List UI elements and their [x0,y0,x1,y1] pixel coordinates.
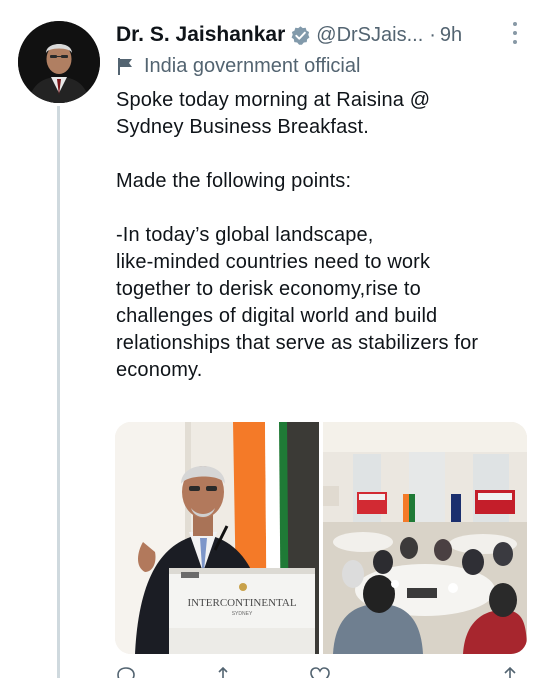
tweet-text-line: Sydney Business Breakfast. [116,116,369,138]
government-flag-icon [117,57,134,75]
retweet-icon[interactable] [215,666,237,678]
photo-business-breakfast-room[interactable] [323,422,527,654]
tweet-timestamp[interactable]: 9h [440,24,462,47]
tweet-text: Spoke today morning at Raisina @ Sydney … [116,87,536,384]
account-label-text: India government official [144,54,361,77]
reply-icon[interactable] [115,666,137,678]
tweet-media-grid: INTERCONTINENTAL SYDNEY [115,422,527,654]
header-separator: · [429,23,436,46]
tweet-text-line: economy. [116,359,203,381]
photo-speaker-at-podium[interactable]: INTERCONTINENTAL SYDNEY [115,422,319,654]
author-name[interactable]: Dr. S. Jaishankar [116,23,285,47]
tweet-text-blank-line [116,195,536,222]
tweet-text-line: Spoke today morning at Raisina @ [116,89,431,111]
tweet-text-line: -In today’s global landscape, [116,224,374,246]
like-icon[interactable] [309,666,331,678]
author-handle[interactable]: @DrSJais... [316,24,423,47]
tweet-text-line: like-minded countries need to work [116,251,431,273]
avatar-portrait [18,21,100,103]
more-options-icon[interactable] [505,22,525,44]
verified-badge-icon [290,25,311,46]
tweet-text-line: together to derisk economy,rise to [116,278,421,300]
speaker-photo: INTERCONTINENTAL SYDNEY [115,422,319,654]
tweet-header: Dr. S. Jaishankar @DrSJais... · 9h [116,20,536,50]
podium-brand-text: INTERCONTINENTAL [187,597,296,609]
tweet-text-line: challenges of digital world and build [116,305,438,327]
room-photo [323,422,527,654]
share-icon[interactable] [499,666,521,678]
tweet-text-blank-line [116,141,536,168]
thread-connector-line [57,106,60,678]
tweet-action-bar [115,666,535,678]
avatar[interactable] [18,21,100,103]
tweet-text-line: Made the following points: [116,170,352,192]
podium-city-text: SYDNEY [232,611,253,617]
tweet-text-line: relationships that serve as stabilizers … [116,332,479,354]
account-label[interactable]: India government official [117,53,360,79]
